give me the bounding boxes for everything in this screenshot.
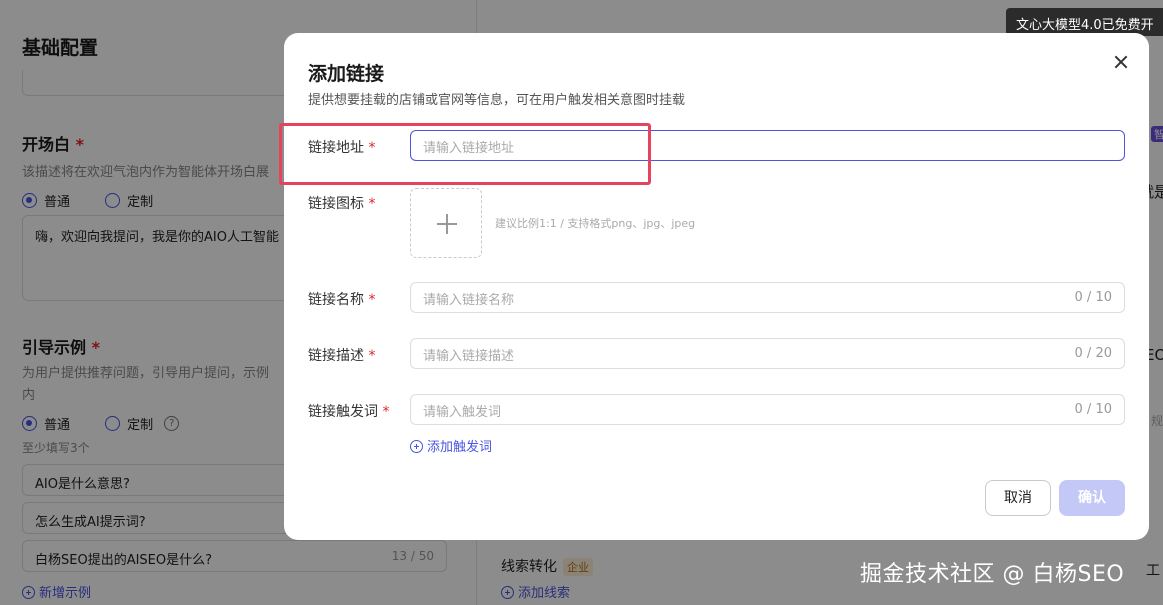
trigger-placeholder: 请输入触发词	[423, 405, 502, 420]
name-label: 链接名称 *	[308, 289, 375, 309]
add-link-modal: 添加链接 提供想要挂载的店铺或官网等信息，可在用户触发相关意图时挂载 链接地址 …	[284, 33, 1149, 540]
add-trigger-label: 添加触发词	[427, 440, 493, 455]
plus-circle-icon	[410, 440, 423, 453]
required-mark: *	[368, 292, 376, 308]
confirm-button[interactable]: 确认	[1059, 480, 1125, 516]
name-input[interactable]: 请输入链接名称 0 / 10	[410, 282, 1125, 313]
desc-input[interactable]: 请输入链接描述 0 / 20	[410, 338, 1125, 369]
required-mark: *	[368, 196, 376, 212]
required-mark: *	[368, 348, 376, 364]
highlight-annotation-box	[279, 123, 651, 185]
trigger-label-text: 链接触发词	[308, 404, 378, 420]
watermark: 掘金技术社区 @ 白杨SEO	[860, 562, 1125, 587]
tooltip: 文心大模型4.0已免费开	[1006, 8, 1163, 36]
trigger-input[interactable]: 请输入触发词 0 / 10	[410, 394, 1125, 425]
plus-icon	[446, 214, 448, 234]
desc-placeholder: 请输入链接描述	[423, 349, 515, 364]
desc-label-text: 链接描述	[308, 348, 364, 364]
trigger-label: 链接触发词 *	[308, 401, 389, 421]
cancel-button[interactable]: 取消	[985, 480, 1051, 516]
desc-char-count: 0 / 20	[1074, 346, 1112, 361]
add-trigger-button[interactable]: 添加触发词	[410, 436, 492, 455]
icon-hint: 建议比例1:1 / 支持格式png、jpg、jpeg	[495, 217, 696, 230]
desc-label: 链接描述 *	[308, 345, 375, 365]
modal-title: 添加链接	[308, 63, 385, 85]
name-label-text: 链接名称	[308, 292, 364, 308]
modal-subtitle: 提供想要挂载的店铺或官网等信息，可在用户触发相关意图时挂载	[308, 93, 686, 108]
icon-label: 链接图标 *	[308, 193, 375, 213]
icon-label-text: 链接图标	[308, 196, 364, 212]
name-char-count: 0 / 10	[1074, 290, 1112, 305]
trigger-char-count: 0 / 10	[1074, 402, 1112, 417]
name-placeholder: 请输入链接名称	[423, 293, 515, 308]
icon-upload-button[interactable]	[410, 188, 482, 258]
required-mark: *	[382, 404, 390, 420]
close-icon[interactable]	[1111, 52, 1131, 72]
